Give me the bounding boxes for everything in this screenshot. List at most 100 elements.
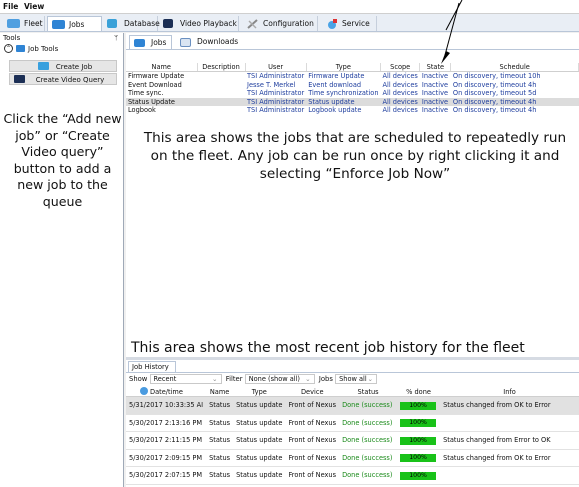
history-table-row[interactable]: 5/31/2017 10:33:35 AI Status Status update…	[126, 396, 579, 415]
jobs-table: Name Description User Type Scope State S…	[126, 63, 579, 114]
tab-jobs[interactable]: Jobs	[47, 16, 102, 31]
progress-bar: 100%	[400, 401, 437, 410]
history-table-cell: Status update	[233, 414, 286, 432]
show-dropdown-value: Recent	[153, 375, 177, 383]
history-table: Date/time Name Type Device Status % done…	[126, 387, 579, 487]
history-table-cell: Done (success)	[339, 449, 398, 467]
history-table-row[interactable]: 5/30/2017 2:09:15 PM Status Status update F…	[126, 449, 579, 467]
tab-configuration-label: Configuration	[263, 19, 314, 28]
col-header-status[interactable]: Status	[339, 387, 398, 397]
jobs-table-cell: All devices	[382, 89, 418, 98]
jobs-table-cell: Inactive	[421, 89, 449, 98]
history-table-cell: Status	[206, 396, 234, 415]
history-table-cell: 100%	[397, 466, 441, 485]
jobs-dropdown-value: Show all	[339, 375, 367, 383]
history-table-cell	[440, 466, 579, 485]
menu-view[interactable]: View	[24, 2, 44, 11]
film-icon	[163, 19, 173, 28]
jobs-table-cell: Event download	[308, 80, 362, 89]
history-table-cell: Front of Nexus	[285, 431, 340, 450]
jobs-table-cell: On discovery, timeout 4h	[452, 106, 537, 115]
col-header-name[interactable]: Name	[126, 63, 198, 73]
jobs-table-cell: Firmware Update	[128, 72, 185, 81]
tab-service[interactable]: Service	[321, 16, 377, 31]
tab-database[interactable]: Database	[104, 16, 160, 31]
chevron-down-icon: ⌄	[305, 375, 311, 383]
job-tools-group[interactable]: ⌃ Job Tools	[4, 43, 114, 54]
history-table-row[interactable]: 5/30/2017 2:13:16 PM Status Status update F…	[126, 414, 579, 432]
chevron-down-icon: ⌄	[211, 375, 218, 383]
col-header-device[interactable]: Device	[285, 387, 340, 397]
database-icon	[107, 19, 117, 28]
jobs-table-cell: Inactive	[421, 97, 449, 106]
history-table-cell: Front of Nexus	[285, 396, 340, 415]
jobs-table-cell: All devices	[382, 106, 418, 115]
col-header-type[interactable]: Type	[306, 63, 382, 73]
jobs-table-cell: TSI Administrator	[247, 72, 305, 81]
filter-label: Filter	[225, 375, 243, 383]
history-table-cell: 100%	[397, 449, 441, 467]
jobs-table-cell: On discovery, timeout 4h	[452, 80, 537, 89]
jobs-annotation: This area shows the jobs that are schedu…	[143, 130, 567, 182]
history-table-cell: 5/30/2017 2:09:15 PM	[126, 449, 207, 467]
create-job-button[interactable]: Create Job	[9, 60, 117, 72]
jobs-table-cell: TSI Administrator	[247, 106, 305, 115]
history-table-cell: Status	[206, 414, 234, 432]
col-header-job-name[interactable]: Name	[206, 387, 234, 397]
refresh-icon	[140, 387, 148, 395]
tab-fleet[interactable]: Fleet	[3, 16, 45, 31]
subtab-downloads[interactable]: Downloads	[176, 35, 238, 49]
history-table-cell: Status changed from OK to Error	[440, 449, 579, 467]
col-header-datetime[interactable]: Date/time	[126, 387, 207, 397]
jobs-table-row[interactable]: Event Download Jesse T. Merkel Event downl…	[126, 81, 579, 89]
col-header-job-type[interactable]: Type	[233, 387, 286, 397]
history-table-cell: Front of Nexus	[285, 414, 340, 432]
jobs-table-row[interactable]: Logbook TSI Administrator Logbook update Al…	[126, 106, 579, 114]
pane-splitter[interactable]	[126, 357, 579, 360]
jobs-table-cell: Event Download	[128, 80, 182, 89]
tab-configuration[interactable]: Configuration	[242, 16, 318, 31]
jobs-table-cell: On discovery, timeout 10h	[452, 72, 541, 81]
col-header-state[interactable]: State	[419, 63, 452, 73]
jobs-table-cell: Status update	[308, 97, 355, 106]
history-table-cell: Status update	[233, 431, 286, 450]
subtab-downloads-label: Downloads	[197, 37, 239, 46]
history-table-row[interactable]: 5/30/2017 2:11:15 PM Status Status update F…	[126, 431, 579, 450]
tools-label: Tools	[3, 34, 21, 42]
jobs-table-cell: Time sync.	[128, 89, 164, 98]
tab-video-playback-label: Video Playback	[180, 19, 237, 28]
history-table-cell: 100%	[397, 396, 441, 415]
history-table-row[interactable]: 5/30/2017 2:07:15 PM Status Status update F…	[126, 466, 579, 485]
jobs-table-row[interactable]: Status Update TSI Administrator Status upd…	[126, 97, 579, 107]
jobs-table-row[interactable]: Time sync. TSI Administrator Time synchron…	[126, 89, 579, 97]
left-annotation: Click the “Add new job” or “Create Video…	[3, 111, 122, 210]
history-table-cell: Done (success)	[339, 414, 398, 432]
filter-dropdown[interactable]: None (show all) ⌄	[244, 374, 315, 384]
jobs-table-row[interactable]: Firmware Update TSI Administrator Firmware…	[126, 72, 579, 81]
menu-file[interactable]: File	[3, 2, 18, 11]
col-header-schedule[interactable]: Schedule	[450, 63, 579, 73]
show-dropdown[interactable]: Recent ⌄	[149, 374, 222, 384]
col-header-info[interactable]: Info	[440, 387, 579, 397]
tab-video-playback[interactable]: Video Playback	[159, 16, 239, 31]
tab-database-label: Database	[124, 19, 160, 28]
jobs-dropdown[interactable]: Show all ⌄	[335, 374, 378, 384]
tab-service-label: Service	[342, 19, 370, 28]
subtab-jobs[interactable]: Jobs	[129, 35, 172, 49]
col-header-scope[interactable]: Scope	[380, 63, 421, 73]
create-video-query-button[interactable]: Create Video Query	[9, 73, 117, 85]
pin-icon[interactable]: ᛘ	[114, 34, 118, 42]
menu-bar: File View	[0, 0, 579, 14]
jobs-table-cell: Logbook update	[308, 106, 362, 115]
col-header-percent-done[interactable]: % done	[397, 387, 441, 397]
jobs-table-cell: All devices	[382, 80, 418, 89]
jobs-filter-label: Jobs	[318, 375, 333, 383]
jobs-table-cell: On discovery, timeout 4h	[452, 97, 537, 106]
jobs-table-cell: Firmware Update	[308, 72, 365, 81]
jobs-icon	[16, 45, 25, 52]
collapse-icon[interactable]: ⌃	[4, 44, 13, 53]
show-label: Show	[129, 375, 148, 383]
col-header-description[interactable]: Description	[197, 63, 246, 73]
col-header-user[interactable]: User	[245, 63, 307, 73]
job-history-tab[interactable]: Job History	[128, 361, 176, 372]
